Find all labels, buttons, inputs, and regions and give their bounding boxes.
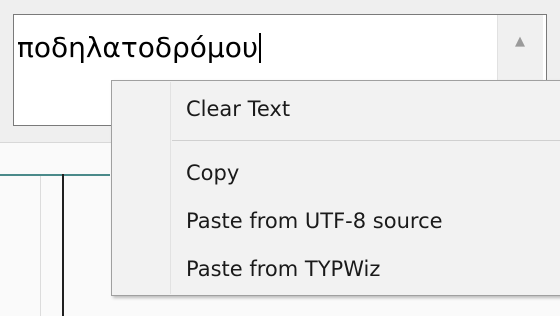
- teal-rule: [0, 174, 110, 176]
- grid-line-dark: [62, 174, 64, 316]
- menu-separator: [172, 140, 560, 141]
- scroll-up-arrow-icon[interactable]: ▲: [502, 28, 538, 56]
- menu-item-paste-utf8[interactable]: Paste from UTF-8 source: [186, 208, 443, 234]
- grid-line: [40, 176, 41, 316]
- text-caret: [259, 33, 262, 63]
- menu-item-copy[interactable]: Copy: [186, 160, 239, 186]
- context-menu-gutter: [170, 82, 171, 294]
- menu-item-paste-typwiz[interactable]: Paste from TYPWiz: [186, 256, 380, 282]
- menu-item-clear-text[interactable]: Clear Text: [186, 96, 290, 122]
- text-input-value[interactable]: ποδηλατοδρόμου: [17, 30, 262, 66]
